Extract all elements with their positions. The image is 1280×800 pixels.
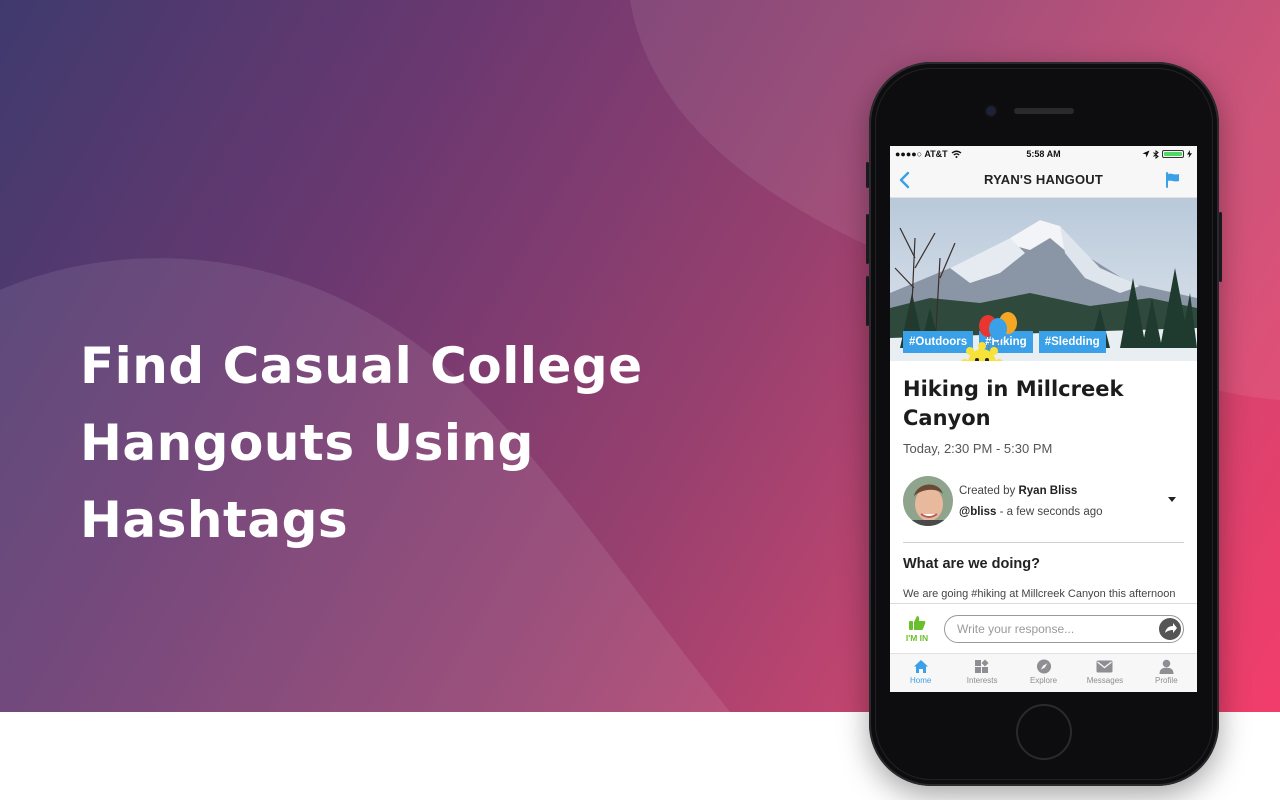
phone-power-button: [1219, 212, 1222, 282]
compass-icon: [1036, 659, 1051, 674]
phone-volume-up: [866, 214, 869, 264]
hashtag-sledding[interactable]: #Sledding: [1038, 331, 1106, 353]
earpiece-speaker: [1014, 108, 1074, 114]
home-icon: [913, 660, 928, 673]
person-icon: [1159, 659, 1174, 674]
section-title: What are we doing?: [903, 556, 1040, 572]
headline-line-2: Hangouts Using: [80, 414, 534, 472]
tab-label: Home: [910, 676, 932, 685]
event-time: Today, 2:30 PM - 5:30 PM: [903, 441, 1053, 456]
status-bar: ●●●●○ AT&T 5:58 AM: [890, 146, 1197, 162]
status-time: 5:58 AM: [1026, 149, 1061, 159]
event-description: We are going #hiking at Millcreek Canyon…: [903, 588, 1176, 600]
avatar[interactable]: [903, 476, 953, 526]
headline: Find Casual College Hangouts Using Hasht…: [80, 328, 680, 559]
nav-bar: RYAN'S HANGOUT: [890, 162, 1197, 198]
back-chevron-icon[interactable]: [896, 171, 914, 189]
response-bar: I'M IN Write your response...: [890, 603, 1197, 653]
response-placeholder: Write your response...: [957, 621, 1075, 636]
phone-mockup: ●●●●○ AT&T 5:58 AM RYAN'S HANGOUT #Outdo…: [866, 62, 1222, 786]
thumbs-up-icon: [909, 615, 926, 630]
tab-label: Explore: [1029, 676, 1058, 685]
creator-handle[interactable]: @bliss: [959, 506, 996, 518]
created-ago: - a few seconds ago: [996, 505, 1103, 518]
phone-volume-down: [866, 276, 869, 326]
tab-messages[interactable]: Messages: [1074, 654, 1135, 692]
phone-mute-switch: [866, 162, 869, 188]
headline-line-1: Find Casual College: [80, 337, 643, 395]
phone-home-button: [1016, 704, 1072, 760]
interests-icon: [975, 659, 989, 673]
im-in-label: I'M IN: [905, 632, 929, 643]
tab-label: Profile: [1154, 676, 1178, 685]
created-by-label: Created by: [959, 484, 1016, 497]
im-in-button[interactable]: I'M IN: [890, 615, 944, 643]
divider: [903, 542, 1184, 543]
creator-avatar-photo: [903, 476, 953, 526]
creator-name[interactable]: Ryan Bliss: [1018, 485, 1077, 497]
response-input[interactable]: Write your response...: [944, 614, 1184, 643]
share-arrow-icon: [1165, 622, 1177, 633]
flag-icon[interactable]: [1165, 172, 1181, 188]
chevron-down-icon[interactable]: [1168, 497, 1176, 502]
envelope-icon: [1096, 660, 1113, 673]
event-banner: #Outdoors #Hiking #Sledding: [890, 198, 1197, 361]
tab-explore[interactable]: Explore: [1013, 654, 1074, 692]
tab-profile[interactable]: Profile: [1136, 654, 1197, 692]
front-camera: [984, 104, 998, 118]
nav-title: RYAN'S HANGOUT: [983, 172, 1104, 187]
event-title: Hiking in Millcreek Canyon: [903, 377, 1124, 430]
tab-bar: Home Interests Explore Messages Profile: [890, 653, 1197, 692]
app-screen: ●●●●○ AT&T 5:58 AM RYAN'S HANGOUT #Outdo…: [890, 146, 1197, 692]
tab-label: Messages: [1086, 676, 1124, 685]
balloon-sun-sticker-icon: [961, 312, 1017, 361]
headline-line-3: Hashtags: [80, 491, 349, 549]
tab-interests[interactable]: Interests: [951, 654, 1012, 692]
event-details: Hiking in Millcreek Canyon Today, 2:30 P…: [890, 361, 1197, 600]
creator-row[interactable]: Created by Ryan Bliss @bliss - a few sec…: [903, 476, 1184, 526]
tab-home[interactable]: Home: [890, 654, 951, 692]
tab-label: Interests: [966, 676, 998, 685]
send-button[interactable]: [1159, 617, 1181, 640]
